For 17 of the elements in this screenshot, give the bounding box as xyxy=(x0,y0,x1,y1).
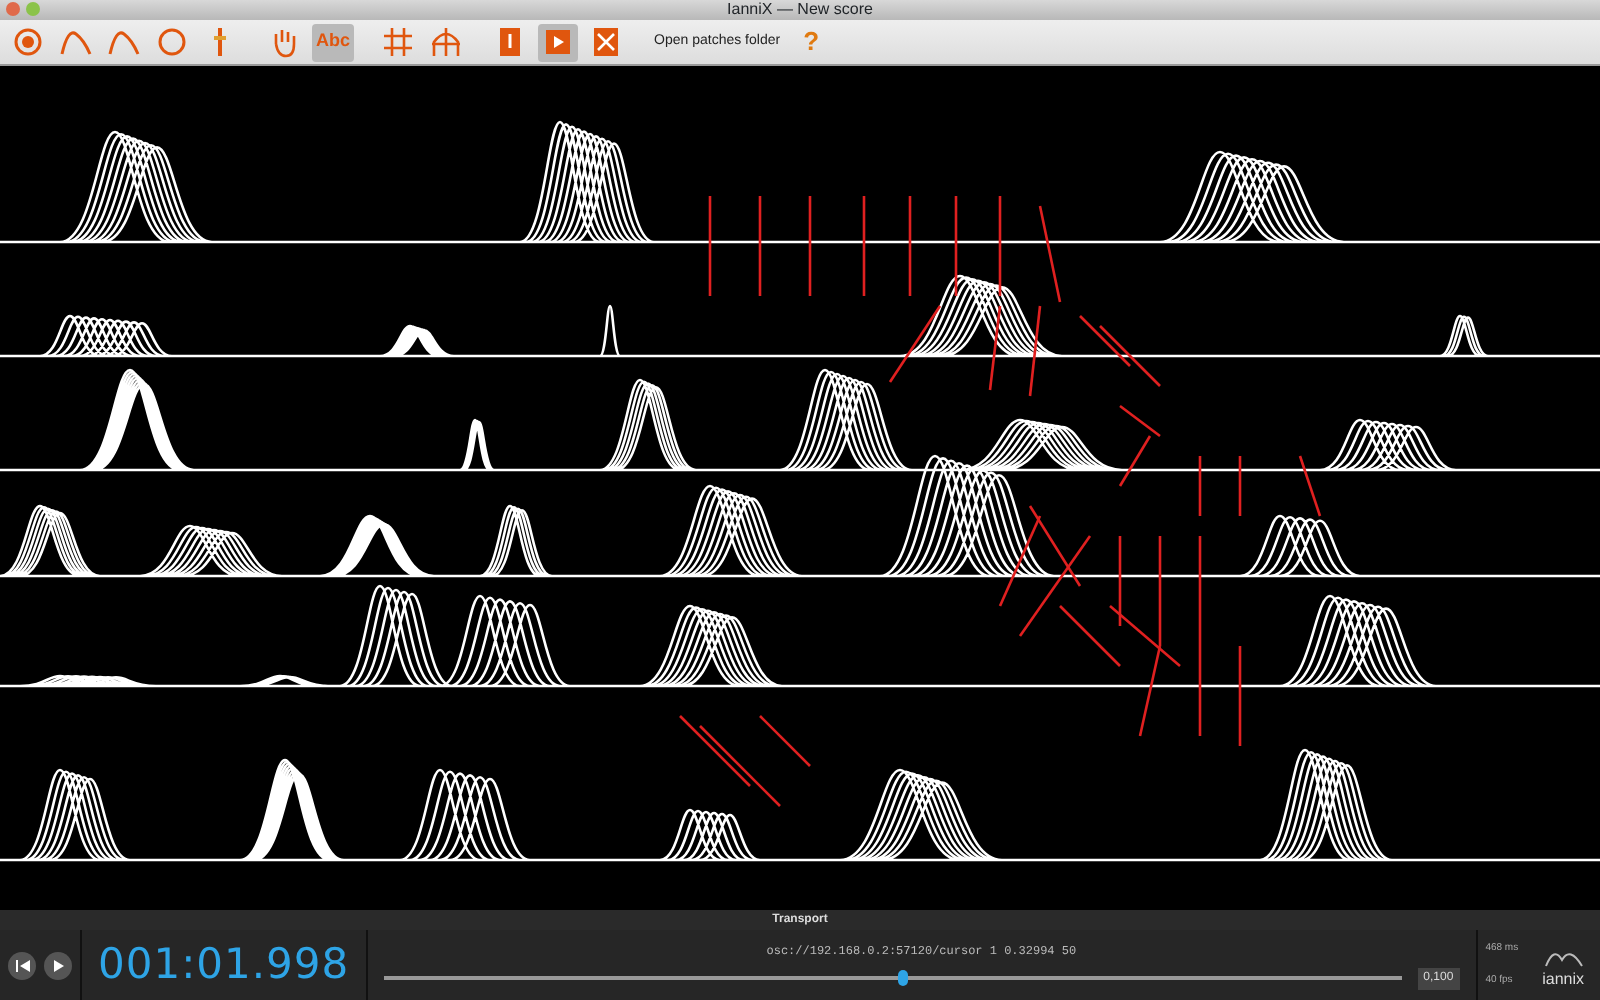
window-title: IanniX — New score xyxy=(727,0,873,18)
play-button[interactable] xyxy=(44,951,72,979)
rewind-button[interactable] xyxy=(8,951,36,979)
grid-icon xyxy=(382,26,415,58)
close-button[interactable] xyxy=(6,2,20,16)
curve-icon xyxy=(108,26,140,58)
circle-icon xyxy=(156,26,188,58)
rewind-icon xyxy=(14,957,30,973)
curve-icon xyxy=(60,26,92,58)
time-display: 001:01.998 xyxy=(98,937,350,992)
target-icon xyxy=(12,26,44,58)
logo-text: iannix xyxy=(1542,968,1584,992)
grid-icon xyxy=(430,26,463,58)
slider-thumb[interactable] xyxy=(898,970,909,986)
play-icon xyxy=(542,26,575,58)
play-icon xyxy=(50,957,66,973)
cross-icon xyxy=(590,26,623,58)
